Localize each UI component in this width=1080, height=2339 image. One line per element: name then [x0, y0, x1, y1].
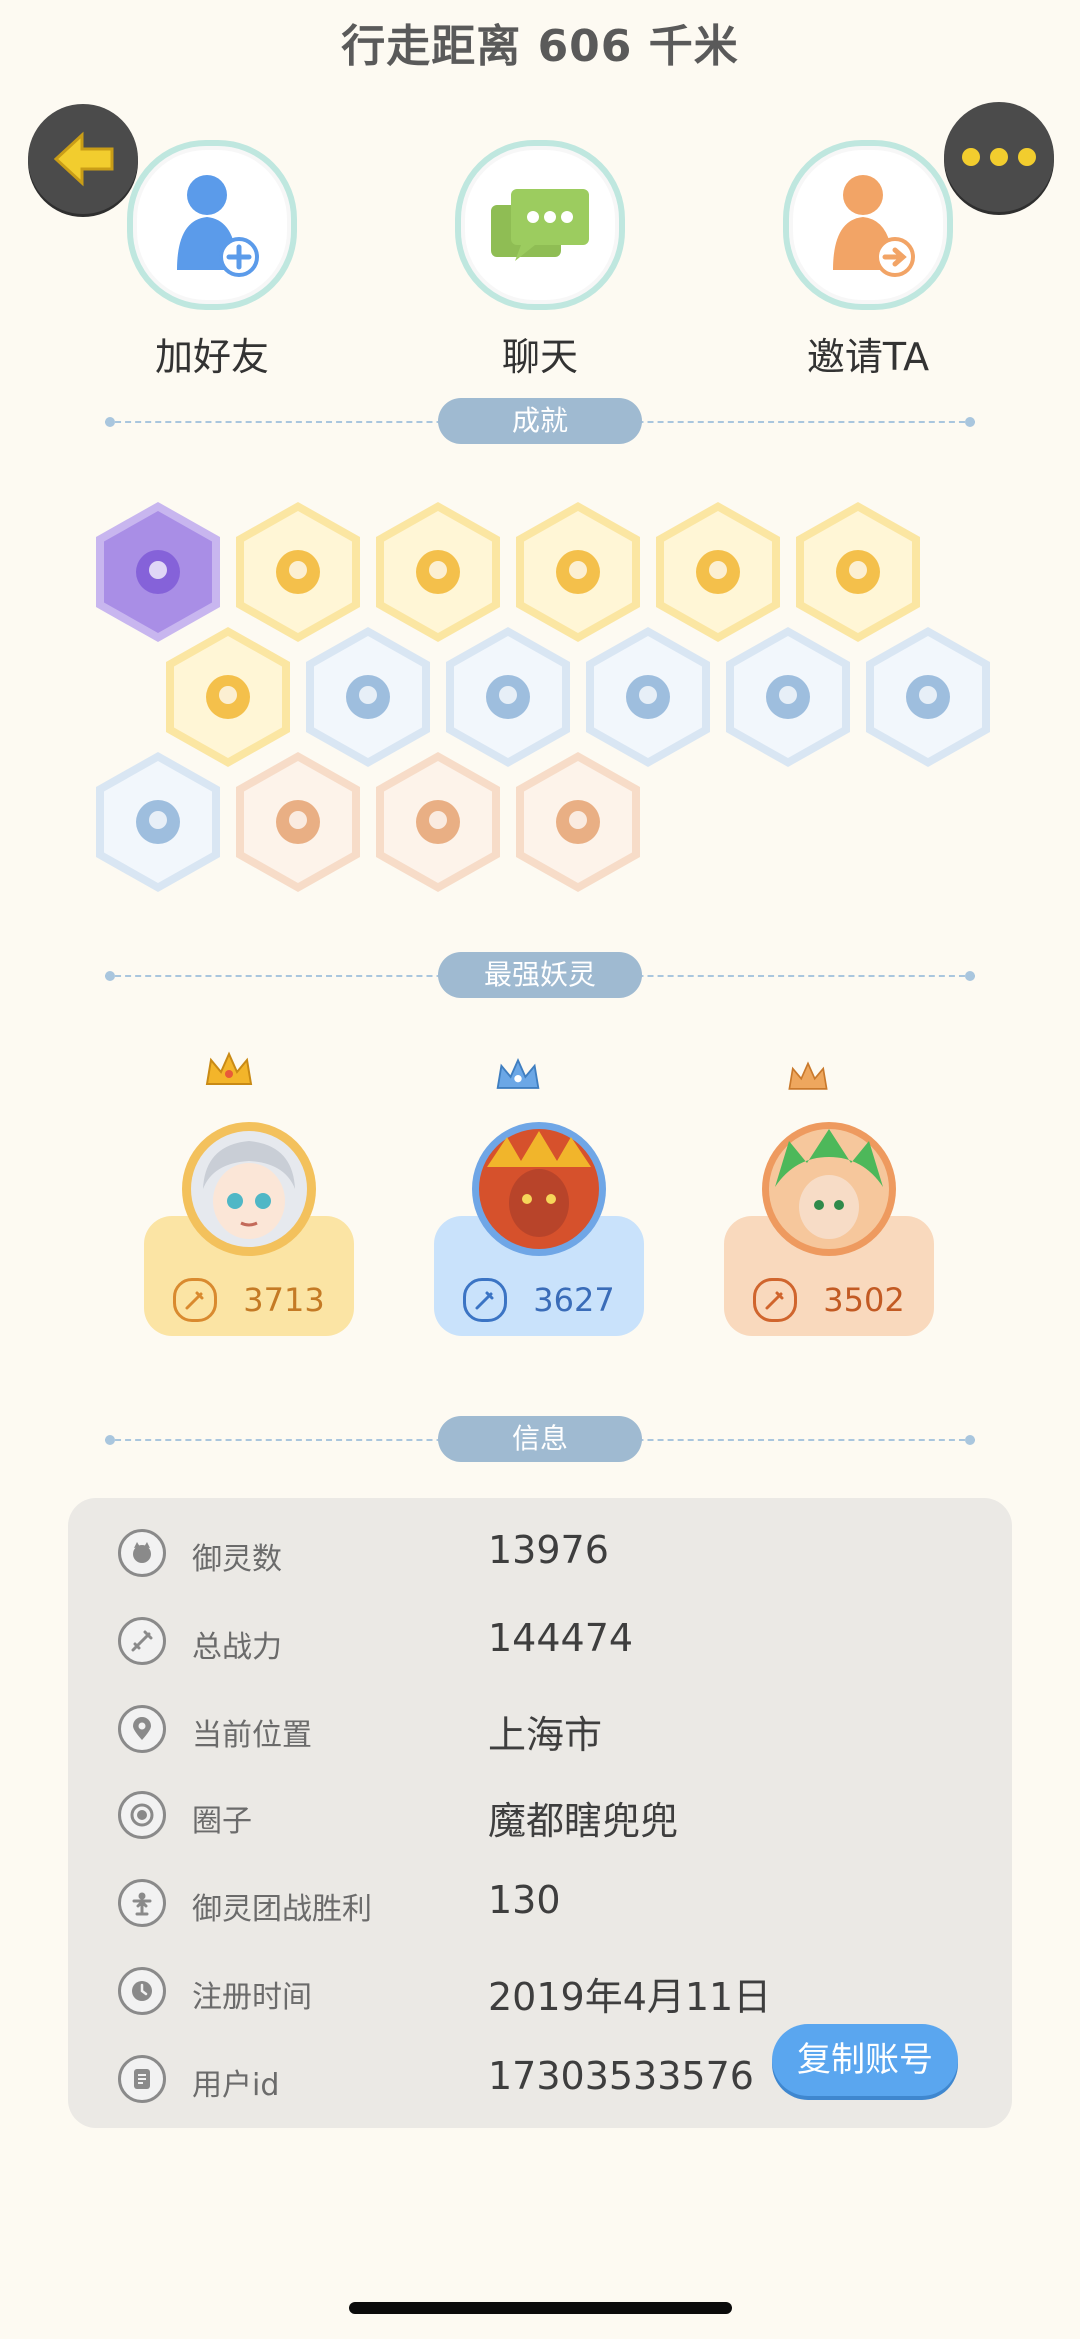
- info-row-register-time: 注册时间 2019年4月11日: [68, 1958, 1012, 2024]
- clock-icon: [118, 1967, 166, 2015]
- info-key: 注册时间: [192, 1980, 312, 2015]
- bronze-crown-icon: [788, 1061, 828, 1090]
- copy-account-button[interactable]: 复制账号: [772, 2024, 958, 2096]
- info-row-team-wins: 御灵团战胜利 130: [68, 1870, 1012, 1936]
- spirit-avatar-2[interactable]: [472, 1122, 606, 1256]
- achievement-badge[interactable]: [586, 627, 710, 767]
- achievement-badge[interactable]: [796, 502, 920, 642]
- info-value: 魔都瞎兜兜: [488, 1799, 679, 1843]
- achievement-badge[interactable]: [516, 752, 640, 892]
- achievement-emblem-icon: [836, 550, 880, 594]
- strongest-spirits-divider: 最强妖灵: [105, 952, 975, 1000]
- achievement-badge[interactable]: [306, 627, 430, 767]
- home-indicator[interactable]: [349, 2302, 732, 2314]
- achievement-emblem-icon: [136, 550, 180, 594]
- achievement-emblem-icon: [766, 675, 810, 719]
- chat-bubble-icon: [491, 189, 589, 261]
- invite-button[interactable]: 邀请TA: [748, 140, 988, 381]
- achievement-badge[interactable]: [866, 627, 990, 767]
- chat-button[interactable]: 聊天: [420, 140, 660, 381]
- achievement-badge[interactable]: [96, 502, 220, 642]
- achievement-emblem-icon: [556, 550, 600, 594]
- info-key: 当前位置: [192, 1718, 312, 1753]
- spirit-avatar-1[interactable]: [182, 1122, 316, 1256]
- info-header: 信息: [438, 1416, 642, 1462]
- info-key: 总战力: [192, 1630, 282, 1665]
- achievement-badge[interactable]: [726, 627, 850, 767]
- silver-crown-icon: [496, 1057, 540, 1089]
- info-row-circle: 圈子 魔都瞎兜兜: [68, 1782, 1012, 1848]
- info-value: 130: [488, 1878, 561, 1922]
- id-card-icon: [118, 2055, 166, 2103]
- achievement-emblem-icon: [556, 800, 600, 844]
- achievement-badge[interactable]: [376, 502, 500, 642]
- achievement-badge[interactable]: [96, 752, 220, 892]
- achievement-badge[interactable]: [516, 502, 640, 642]
- achievement-emblem-icon: [276, 550, 320, 594]
- add-friend-button[interactable]: 加好友: [92, 140, 332, 381]
- achievement-emblem-icon: [276, 800, 320, 844]
- info-value: 144474: [488, 1616, 634, 1660]
- info-value: 上海市: [488, 1713, 603, 1757]
- achievement-badge[interactable]: [236, 502, 360, 642]
- info-row-location: 当前位置 上海市: [68, 1696, 1012, 1762]
- info-key: 用户id: [192, 2068, 280, 2103]
- strongest-spirits-header: 最强妖灵: [438, 952, 642, 998]
- info-divider: 信息: [105, 1416, 975, 1464]
- sword-icon: [753, 1278, 798, 1322]
- achievement-emblem-icon: [206, 675, 250, 719]
- achievement-emblem-icon: [346, 675, 390, 719]
- info-key: 御灵团战胜利: [192, 1892, 372, 1927]
- spirit-score: 3627: [533, 1281, 615, 1319]
- achievements-divider: 成就: [105, 398, 975, 446]
- info-row-total-power: 总战力 144474: [68, 1608, 1012, 1674]
- invite-label: 邀请TA: [806, 335, 930, 379]
- invite-user-icon: [833, 175, 915, 277]
- achievement-badge[interactable]: [166, 627, 290, 767]
- add-friend-icon: [177, 175, 259, 277]
- achievement-emblem-icon: [416, 550, 460, 594]
- info-value: 17303533576: [488, 2054, 754, 2098]
- achievement-emblem-icon: [906, 675, 950, 719]
- spirit-score: 3713: [243, 1281, 325, 1319]
- location-pin-icon: [118, 1705, 166, 1753]
- spirit-avatar-3[interactable]: [762, 1122, 896, 1256]
- add-friend-label: 加好友: [154, 335, 269, 379]
- achievement-badge[interactable]: [376, 752, 500, 892]
- achievement-badge[interactable]: [236, 752, 360, 892]
- circle-icon: [118, 1791, 166, 1839]
- info-key: 圈子: [192, 1804, 252, 1839]
- achievement-emblem-icon: [626, 675, 670, 719]
- info-value: 13976: [488, 1528, 609, 1572]
- trophy-icon: [118, 1879, 166, 1927]
- chat-label: 聊天: [501, 335, 578, 379]
- info-key: 御灵数: [192, 1542, 282, 1577]
- spirit-score: 3502: [823, 1281, 905, 1319]
- achievement-emblem-icon: [486, 675, 530, 719]
- achievement-emblem-icon: [696, 550, 740, 594]
- achievements-header: 成就: [438, 398, 642, 444]
- info-row-spirit-count: 御灵数 13976: [68, 1520, 1012, 1586]
- achievement-emblem-icon: [416, 800, 460, 844]
- sword-icon: [118, 1617, 166, 1665]
- sword-icon: [463, 1278, 508, 1322]
- achievement-emblem-icon: [136, 800, 180, 844]
- achievement-badge[interactable]: [446, 627, 570, 767]
- sword-icon: [173, 1278, 218, 1322]
- achievement-badge[interactable]: [656, 502, 780, 642]
- info-value: 2019年4月11日: [488, 1975, 772, 2019]
- gold-crown-icon: [205, 1051, 253, 1085]
- spirit-icon: [118, 1529, 166, 1577]
- walk-distance-title: 行走距离 606 千米: [341, 21, 739, 72]
